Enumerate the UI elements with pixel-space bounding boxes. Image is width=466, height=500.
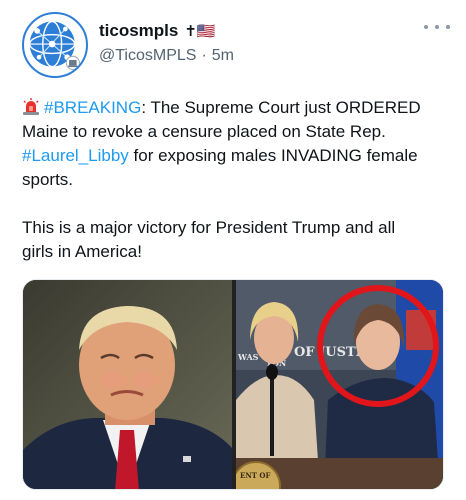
text-line-5: This is a major victory for President Tr… [22,218,396,237]
author-name-row[interactable]: ticosmpls ✝🇺🇸 [99,21,216,41]
cross-flag-emoji: ✝🇺🇸 [184,22,216,40]
text-segment: for exposing males INVADING female [128,146,418,165]
timestamp[interactable]: 5m [212,47,234,65]
text-line-6: girls in America! [22,242,142,261]
police-siren-emoji-icon [23,98,39,115]
more-options-button[interactable] [424,20,450,34]
display-name[interactable]: ticosmpls [99,21,178,41]
tweet-text: #BREAKING: The Supreme Court just ORDERE… [22,96,452,264]
seal-text: ENT OF [240,471,270,480]
globe-network-logo-icon [25,15,85,75]
banner-text-small: WAS [237,352,259,362]
text-line-2: Maine to revoke a censure placed on Stat… [22,122,386,141]
smiling-man-in-suit-photo[interactable] [23,280,232,489]
text-segment: : The Supreme Court just ORDERED [141,98,421,117]
press-conference-photo[interactable]: OF JUSTICE WAS TON ENT OF [236,280,443,489]
tweet-card[interactable]: ticosmpls ✝🇺🇸 @TicosMPLS · 5m #BREAKING:… [0,0,466,500]
more-dot [435,25,439,29]
separator-dot: · [201,47,207,64]
avatar[interactable] [22,12,88,78]
text-line-1: #BREAKING: The Supreme Court just ORDERE… [22,96,452,120]
media-grid[interactable]: OF JUSTICE WAS TON ENT OF [22,279,444,490]
hashtag-breaking[interactable]: #BREAKING [44,98,141,117]
more-dot [446,25,450,29]
user-handle[interactable]: @TicosMPLS [99,47,196,65]
hashtag-laurel-libby[interactable]: #Laurel_Libby [22,146,129,165]
handle-row: @TicosMPLS · 5m [99,47,234,65]
text-line-3: #Laurel_Libby for exposing males INVADIN… [22,144,452,168]
more-horizontal-icon [424,25,428,29]
text-line-4: sports. [22,170,74,189]
